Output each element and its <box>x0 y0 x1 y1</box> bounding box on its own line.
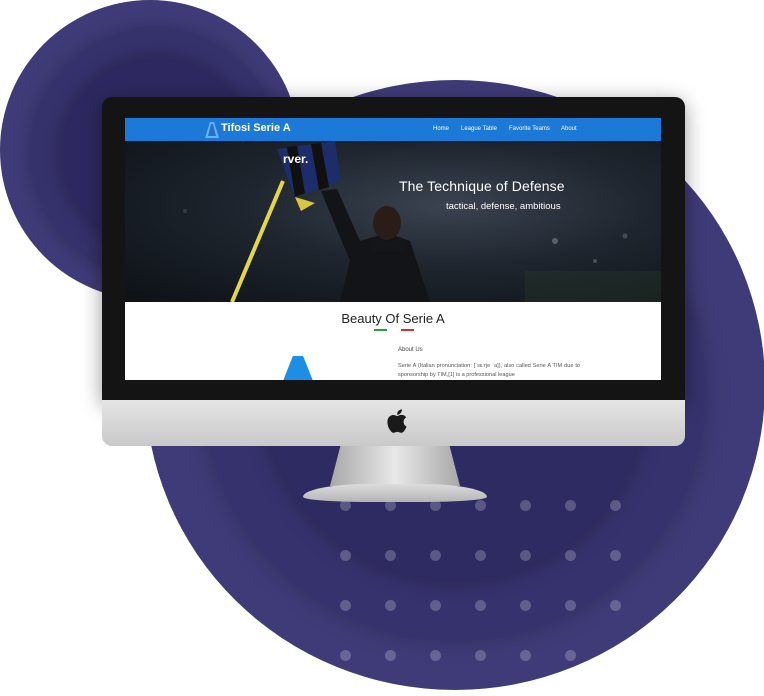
site-navbar: Tifosi Serie A Home League Table Favorit… <box>125 118 661 141</box>
dot <box>520 650 531 661</box>
dot <box>385 600 396 611</box>
dot <box>520 550 531 561</box>
monitor-screen: Tifosi Serie A Home League Table Favorit… <box>125 118 661 380</box>
dot <box>340 650 351 661</box>
hero-title: The Technique of Defense <box>399 178 565 194</box>
apple-logo-icon <box>387 409 407 433</box>
monitor-stand-base <box>303 484 487 502</box>
section-title: Beauty Of Serie A <box>341 311 445 326</box>
dot <box>565 500 576 511</box>
dot <box>565 600 576 611</box>
dot <box>340 550 351 561</box>
dot <box>385 650 396 661</box>
dot <box>520 600 531 611</box>
dot <box>565 650 576 661</box>
site-brand[interactable]: Tifosi Serie A <box>221 122 291 134</box>
about-us-text: Serie A (Italian pronunciation: [ˈsɛːrje… <box>398 363 580 378</box>
dot <box>430 550 441 561</box>
about-us-label: About Us <box>398 347 423 353</box>
dot <box>610 550 621 561</box>
dot <box>520 500 531 511</box>
dot <box>475 550 486 561</box>
dot <box>430 600 441 611</box>
dot <box>565 550 576 561</box>
flag-stripe-red <box>400 329 414 331</box>
hero-photo: rver. <box>183 141 661 302</box>
dot <box>475 650 486 661</box>
serie-a-logo-image <box>281 356 315 380</box>
dot <box>610 500 621 511</box>
shirt-text: rver. <box>283 152 308 166</box>
nav-about[interactable]: About <box>561 126 577 132</box>
hero-banner: rver. The Technique of Defense tactical,… <box>125 141 661 302</box>
dot <box>475 600 486 611</box>
monitor-stand-neck <box>330 446 460 486</box>
flag-stripe-white <box>387 329 401 331</box>
dot <box>430 650 441 661</box>
nav-favorite-teams[interactable]: Favorite Teams <box>509 126 550 132</box>
dot <box>610 600 621 611</box>
italy-flag-underline <box>374 329 414 331</box>
dot <box>610 650 621 661</box>
dot-grid <box>340 500 640 670</box>
nav-league-table[interactable]: League Table <box>461 126 497 132</box>
dot <box>475 500 486 511</box>
nav-home[interactable]: Home <box>433 126 449 132</box>
hero-subtitle: tactical, defense, ambitious <box>446 201 561 212</box>
flag-stripe-green <box>374 329 388 331</box>
dot <box>340 600 351 611</box>
serie-a-logo-icon[interactable] <box>205 122 219 138</box>
dot <box>385 550 396 561</box>
